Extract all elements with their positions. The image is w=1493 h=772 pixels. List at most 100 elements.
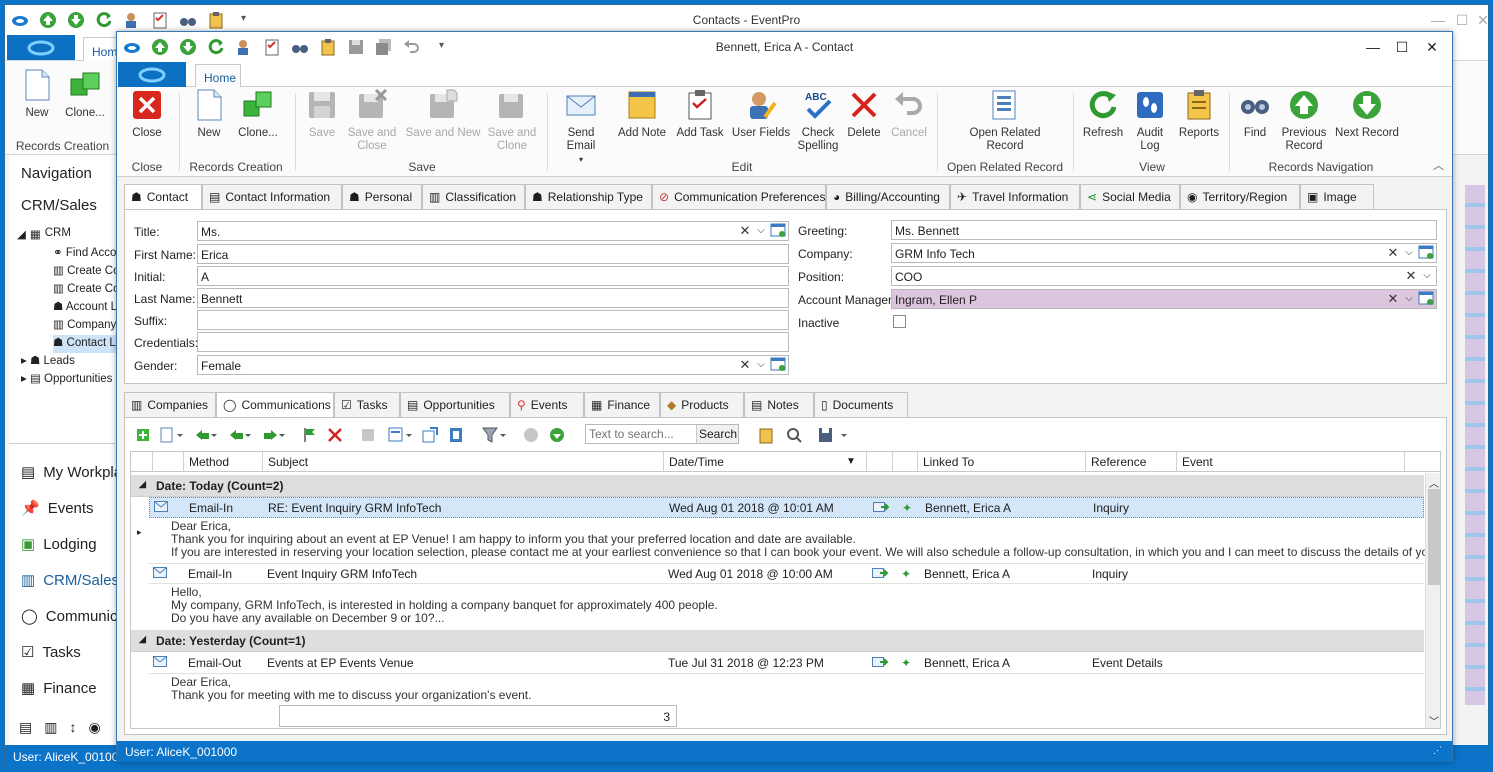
- delete-button[interactable]: Delete: [845, 89, 883, 140]
- table-row[interactable]: Email-Out Events at EP Events Venue Tue …: [149, 653, 1424, 674]
- new-document-dropdown-icon[interactable]: [158, 426, 184, 444]
- module-lodging[interactable]: ▣ Lodging: [21, 532, 97, 556]
- initial-field[interactable]: A: [197, 266, 789, 286]
- tab-personal[interactable]: ☗ Personal: [342, 184, 422, 209]
- go-down-icon[interactable]: [548, 426, 566, 444]
- expand-icon[interactable]: ▸: [21, 355, 30, 367]
- reply-icon[interactable]: [192, 426, 218, 444]
- lookup-table-icon[interactable]: [1418, 290, 1434, 308]
- tab-territory-region[interactable]: ◉ Territory/Region: [1180, 184, 1300, 209]
- tree-item-account-list[interactable]: ☗ Account Li: [53, 299, 120, 317]
- tab-notes[interactable]: ▤ Notes: [744, 392, 814, 417]
- previous-record-button[interactable]: Previous Record: [1279, 89, 1329, 153]
- close-button[interactable]: Close: [127, 89, 167, 140]
- table-row[interactable]: Email-In Event Inquiry GRM InfoTech Wed …: [149, 563, 1424, 584]
- tab-tasks[interactable]: ☑ Tasks: [334, 392, 400, 417]
- collapse-group-icon[interactable]: ◢: [139, 634, 146, 645]
- cancel-button[interactable]: Cancel: [889, 89, 929, 140]
- lookup-table-icon[interactable]: [1418, 244, 1434, 262]
- chevron-down-icon[interactable]: ⌵: [1401, 290, 1417, 308]
- new-button[interactable]: New: [193, 89, 225, 140]
- main-clone-button[interactable]: Clone...: [63, 69, 107, 120]
- clear-x-icon[interactable]: ✕: [1385, 290, 1401, 308]
- tree-item-create-company[interactable]: ▥ Create Co: [53, 263, 119, 281]
- column-header-event[interactable]: Event: [1177, 452, 1405, 472]
- column-header-method[interactable]: Method: [184, 452, 263, 472]
- collapse-ribbon-icon[interactable]: ︿: [1433, 157, 1444, 173]
- filter-icon[interactable]: [481, 426, 507, 444]
- clear-x-icon[interactable]: ✕: [1385, 244, 1401, 262]
- tab-finance[interactable]: ▦ Finance: [584, 392, 660, 417]
- tab-relationship-type[interactable]: ☗ Relationship Type: [525, 184, 652, 209]
- main-close-button[interactable]: ✕: [1470, 9, 1493, 31]
- clear-x-icon[interactable]: ✕: [737, 356, 753, 374]
- module-events[interactable]: 📌 Events: [21, 496, 94, 520]
- add-note-button[interactable]: Add Note: [617, 89, 667, 140]
- resize-grip-icon[interactable]: ⋰: [1433, 745, 1442, 756]
- scroll-down-icon[interactable]: ﹀: [1429, 713, 1439, 728]
- find-button[interactable]: Find: [1237, 89, 1273, 140]
- clear-x-icon[interactable]: ✕: [1403, 267, 1419, 285]
- tree-item-contact-list[interactable]: ☗ Contact Lis: [53, 335, 125, 353]
- company-combo[interactable]: GRM Info Tech: [891, 243, 1437, 263]
- collapse-group-icon[interactable]: ◢: [139, 479, 146, 490]
- add-task-button[interactable]: Add Task: [675, 89, 725, 140]
- tab-companies[interactable]: ▥ Companies: [124, 392, 216, 417]
- tab-social-media[interactable]: ⋖ Social Media: [1080, 184, 1180, 209]
- add-icon[interactable]: [134, 426, 152, 444]
- column-header-reference[interactable]: Reference: [1086, 452, 1177, 472]
- first-name-field[interactable]: Erica: [197, 244, 789, 264]
- disabled-circle-icon[interactable]: [522, 426, 540, 444]
- greeting-field[interactable]: Ms. Bennett: [891, 220, 1437, 240]
- column-header-datetime[interactable]: Date/Time ▼: [664, 452, 867, 472]
- save-and-new-button[interactable]: Save and New: [405, 89, 481, 140]
- chevron-down-icon[interactable]: ⌵: [1419, 267, 1435, 285]
- tab-documents[interactable]: ▯ Documents: [814, 392, 908, 417]
- save-button[interactable]: Save: [305, 89, 339, 140]
- collapse-icon[interactable]: ◢: [17, 227, 26, 245]
- tree-item-leads[interactable]: ▸ ☗ Leads: [21, 353, 75, 371]
- scroll-up-icon[interactable]: ︿: [1429, 475, 1439, 490]
- flag-icon[interactable]: [301, 426, 319, 444]
- tab-communication-preferences[interactable]: ⊘ Communication Preferences: [652, 184, 826, 209]
- check-spelling-button[interactable]: ABC Check Spelling: [797, 89, 839, 153]
- view-options-icon[interactable]: [387, 426, 413, 444]
- position-combo[interactable]: COO: [891, 266, 1437, 286]
- dialog-app-menu-button[interactable]: [118, 62, 186, 87]
- print-preview-icon[interactable]: [359, 426, 377, 444]
- module-tasks[interactable]: ☑ Tasks: [21, 640, 81, 664]
- next-record-button[interactable]: Next Record: [1335, 89, 1399, 140]
- tree-item-crm[interactable]: ◢ ▦ CRM: [17, 227, 71, 245]
- account-manager-combo[interactable]: Ingram, Ellen P: [891, 289, 1437, 309]
- group-row-today[interactable]: ◢ Date: Today (Count=2): [131, 475, 1424, 497]
- tab-travel-information[interactable]: ✈ Travel Information: [950, 184, 1080, 209]
- user-fields-button[interactable]: User Fields: [729, 89, 793, 140]
- clone-button[interactable]: Clone...: [235, 89, 281, 140]
- dialog-home-tab[interactable]: Home: [195, 64, 241, 88]
- audit-log-button[interactable]: Audit Log: [1131, 89, 1169, 153]
- vertical-scrollbar[interactable]: ︿ ﹀: [1425, 473, 1440, 728]
- main-new-button[interactable]: New: [21, 69, 53, 120]
- tree-item-company-list[interactable]: ▥ Company I: [53, 317, 123, 335]
- module-crm-sales[interactable]: ▥ CRM/Sales: [21, 568, 119, 592]
- reports-button[interactable]: Reports: [1175, 89, 1223, 140]
- chevron-down-icon[interactable]: ⌵: [753, 222, 769, 240]
- zoom-icon[interactable]: [785, 426, 803, 444]
- title-combo[interactable]: Ms.: [197, 221, 789, 241]
- main-minimize-button[interactable]: —: [1425, 9, 1451, 31]
- credentials-field[interactable]: [197, 332, 789, 352]
- nav-splitter[interactable]: [9, 443, 115, 449]
- dialog-minimize-button[interactable]: —: [1360, 36, 1386, 58]
- attach-icon[interactable]: [447, 426, 465, 444]
- column-header-subject[interactable]: Subject: [263, 452, 664, 472]
- last-name-field[interactable]: Bennett: [197, 288, 789, 308]
- module-finance[interactable]: ▦ Finance: [21, 676, 97, 700]
- lookup-table-icon[interactable]: [770, 222, 786, 240]
- save-and-close-button[interactable]: Save and Close: [345, 89, 399, 153]
- search-button[interactable]: Search: [696, 425, 738, 443]
- tab-products[interactable]: ◆ Products: [660, 392, 744, 417]
- chevron-down-icon[interactable]: ⌵: [1401, 244, 1417, 262]
- column-header-linked-to[interactable]: Linked To: [918, 452, 1086, 472]
- delete-x-icon[interactable]: [326, 426, 344, 444]
- open-related-record-button[interactable]: Open Related Record: [965, 89, 1045, 153]
